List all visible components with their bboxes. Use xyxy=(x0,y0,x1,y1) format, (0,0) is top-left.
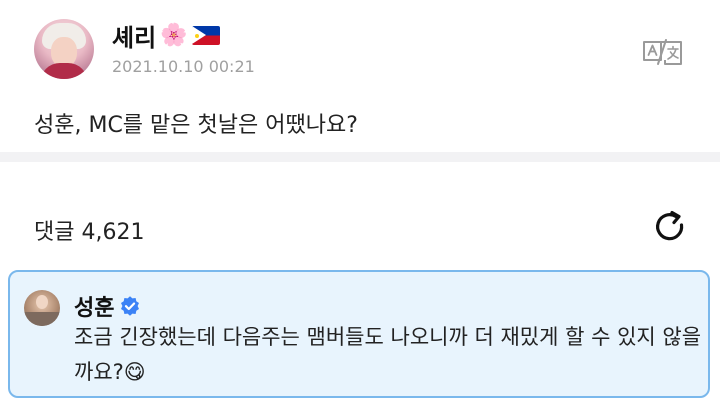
commenter-avatar[interactable] xyxy=(24,290,60,326)
cherry-blossom-emoji: 🌸 xyxy=(160,23,188,48)
philippines-flag-icon xyxy=(191,26,220,45)
comment-text: 조금 긴장했는데 다음주는 맴버들도 나오니까 더 재밌게 할 수 있지 않을까… xyxy=(74,320,704,390)
refresh-button[interactable] xyxy=(651,208,689,246)
avatar-head xyxy=(36,295,48,309)
author-name[interactable]: 셰리 xyxy=(112,18,156,53)
refresh-icon xyxy=(656,210,684,241)
translate-button[interactable] xyxy=(640,38,686,68)
post-body-text: 성훈, MC를 맡은 첫날은 어땠나요? xyxy=(34,113,358,138)
highlighted-comment[interactable]: 성훈 조금 긴장했는데 다음주는 맴버들도 나오니까 더 재밌게 할 수 있지 … xyxy=(8,270,710,398)
comments-label: 댓글 xyxy=(34,220,75,245)
yum-emoji: 😋 xyxy=(123,360,146,384)
avatar-shirt xyxy=(40,63,88,79)
comment-body: 조금 긴장했는데 다음주는 맴버들도 나오니까 더 재밌게 할 수 있지 않을까… xyxy=(74,325,702,384)
translate-icon xyxy=(643,39,682,65)
commenter-name[interactable]: 성훈 xyxy=(74,290,114,322)
avatar-background xyxy=(24,312,60,326)
post-timestamp: 2021.10.10 00:21 xyxy=(112,57,255,76)
comments-count: 4,621 xyxy=(81,220,145,245)
comments-header: 댓글 4,621 xyxy=(34,214,144,246)
commenter-name-row[interactable]: 성훈 xyxy=(74,290,140,322)
verified-badge-icon xyxy=(120,296,140,316)
section-divider xyxy=(0,152,720,162)
author-name-row[interactable]: 셰리 🌸 xyxy=(112,18,220,53)
post-header: 셰리 🌸 2021.10.10 00:21 xyxy=(0,0,720,100)
author-avatar[interactable] xyxy=(34,19,94,79)
